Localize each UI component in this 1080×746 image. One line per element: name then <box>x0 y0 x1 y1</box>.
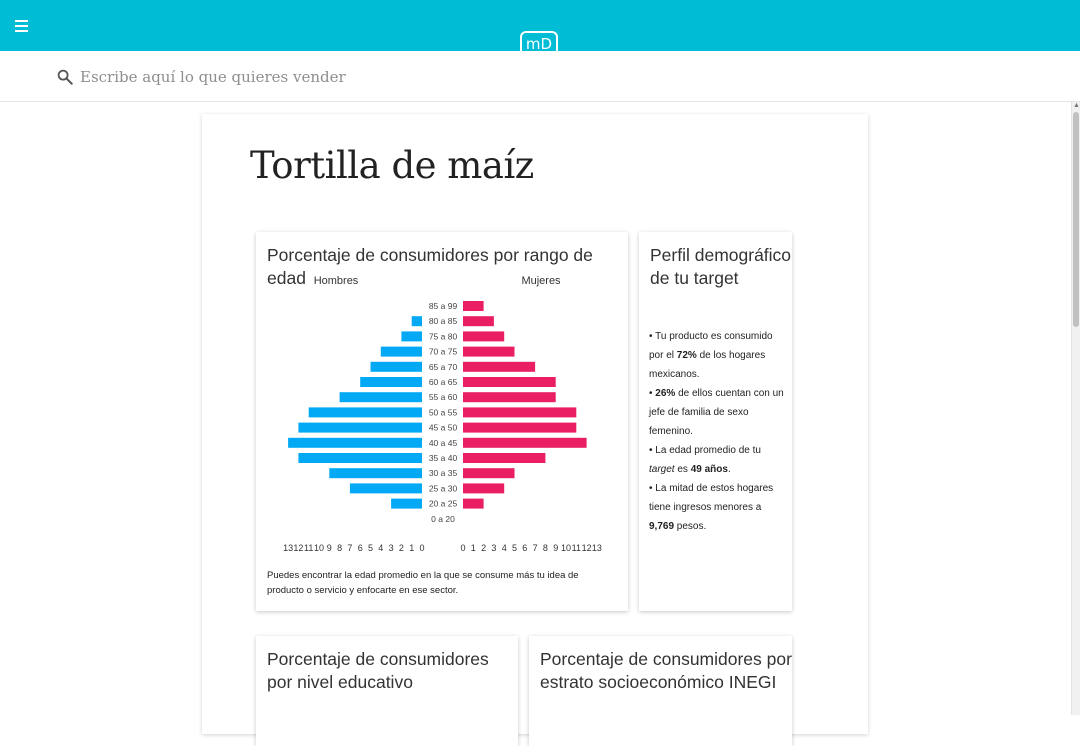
profile-item: • Tu producto es consumido por el 72% de… <box>649 331 773 380</box>
page-title: Tortilla de maíz <box>250 144 534 187</box>
x-tick-label-left: 9 <box>327 543 332 552</box>
bar-women <box>463 301 484 311</box>
age-label: 0 a 20 <box>431 514 455 524</box>
education-card: Porcentaje de consumidores por nivel edu… <box>256 636 518 746</box>
bar-women <box>463 483 505 494</box>
bar-women <box>463 437 587 448</box>
age-label: 85 a 99 <box>429 301 458 311</box>
profile-item: • La edad promedio de tu target es 49 añ… <box>649 445 761 475</box>
age-label: 35 a 40 <box>429 453 458 463</box>
x-tick-label-right: 1 <box>471 543 476 552</box>
age-pyramid-chart: Hombres Mujeres85 a 9980 a 8575 a 8070 a … <box>283 275 602 552</box>
search-input[interactable] <box>80 63 680 91</box>
bar-men <box>288 437 422 448</box>
bar-men <box>360 377 422 387</box>
bar-women <box>463 316 494 327</box>
socioeconomic-card: Porcentaje de consumidores por estrato s… <box>529 636 792 746</box>
scrollbar[interactable]: ▲ <box>1071 102 1080 715</box>
bar-men <box>349 483 422 494</box>
x-tick-label-left: 11 <box>304 543 313 552</box>
x-tick-label-left: 5 <box>368 543 373 552</box>
bar-men <box>401 331 422 342</box>
profile-item: • 26% de ellos cuentan con un jefe de fa… <box>649 388 784 437</box>
age-label: 45 a 50 <box>429 423 458 433</box>
bar-men <box>298 453 422 463</box>
x-tick-label-right: 4 <box>502 543 507 552</box>
bar-men <box>370 361 422 372</box>
x-tick-label-right: 2 <box>481 543 486 552</box>
profile-card-title: Perfil demográfico de tu target <box>650 245 792 288</box>
search-icon[interactable] <box>56 68 74 86</box>
age-label: 55 a 60 <box>429 392 458 402</box>
product-page: Tortilla de maíz Porcentaje de consumido… <box>202 114 868 746</box>
age-label: 50 a 55 <box>429 407 458 417</box>
scroll-up-arrow-icon[interactable]: ▲ <box>1073 102 1080 110</box>
bar-women <box>463 377 556 387</box>
bar-women <box>463 407 577 418</box>
x-tick-label-right: 6 <box>522 543 527 552</box>
x-tick-label-right: 0 <box>460 543 465 552</box>
x-tick-label-left: 2 <box>399 543 404 552</box>
age-card-note: Puedes encontrar la edad promedio en la … <box>267 570 579 596</box>
legend-men: Hombres <box>314 275 359 287</box>
x-tick-label-left: 13 <box>283 543 293 552</box>
x-tick-label-right: 11 <box>572 543 581 552</box>
profile-item: • La mitad de estos hogares tiene ingres… <box>649 483 774 532</box>
x-tick-label-right: 10 <box>561 543 571 552</box>
x-tick-label-right: 5 <box>512 543 517 552</box>
bar-women <box>463 498 484 509</box>
education-card-title: Porcentaje de consumidores por nivel edu… <box>267 649 489 692</box>
age-label: 65 a 70 <box>429 362 458 372</box>
x-tick-label-right: 13 <box>592 543 602 552</box>
x-tick-label-left: 12 <box>293 543 303 552</box>
x-tick-label-left: 1 <box>409 543 414 552</box>
age-label: 75 a 80 <box>429 331 458 341</box>
x-tick-label-left: 10 <box>314 543 324 552</box>
x-tick-label-left: 4 <box>378 543 383 552</box>
x-tick-label-right: 9 <box>553 543 558 552</box>
bar-men <box>339 392 422 403</box>
age-label: 40 a 45 <box>429 438 458 448</box>
x-tick-label-left: 0 <box>419 543 424 552</box>
age-label: 30 a 35 <box>429 468 458 478</box>
bar-men <box>380 346 422 357</box>
legend-women: Mujeres <box>521 275 561 287</box>
bar-women <box>463 422 577 433</box>
x-tick-label-right: 7 <box>533 543 538 552</box>
bar-women <box>463 331 505 342</box>
x-tick-label-left: 3 <box>389 543 394 552</box>
bar-men <box>411 316 422 327</box>
age-label: 70 a 75 <box>429 347 458 357</box>
search-bar <box>0 51 1080 102</box>
age-label: 20 a 25 <box>429 499 458 509</box>
x-tick-label-left: 8 <box>337 543 342 552</box>
age-label: 80 a 85 <box>429 316 458 326</box>
age-range-card: Porcentaje de consumidores por rango de … <box>256 232 628 611</box>
bar-women <box>463 346 515 357</box>
bar-women <box>463 453 546 463</box>
demographic-profile-card: Perfil demográfico de tu target • Tu pro… <box>639 232 792 611</box>
age-label: 60 a 65 <box>429 377 458 387</box>
socioeconomic-card-title: Porcentaje de consumidores por estrato s… <box>540 649 792 692</box>
top-app-bar: mD <box>0 0 1080 53</box>
bar-women <box>463 392 556 403</box>
age-label: 25 a 30 <box>429 483 458 493</box>
x-tick-label-right: 8 <box>543 543 548 552</box>
bar-men <box>298 422 422 433</box>
bar-men <box>308 407 422 418</box>
bar-men <box>391 498 422 509</box>
bar-women <box>463 361 536 372</box>
x-tick-label-left: 6 <box>358 543 363 552</box>
scrollbar-thumb[interactable] <box>1073 112 1079 327</box>
x-tick-label-left: 7 <box>347 543 352 552</box>
menu-icon[interactable] <box>15 20 28 32</box>
x-tick-label-right: 12 <box>582 543 592 552</box>
x-tick-label-right: 3 <box>491 543 496 552</box>
bar-men <box>329 468 422 479</box>
app-logo[interactable]: mD <box>520 31 558 53</box>
bar-women <box>463 468 515 479</box>
profile-list: • Tu producto es consumido por el 72% de… <box>649 327 789 536</box>
